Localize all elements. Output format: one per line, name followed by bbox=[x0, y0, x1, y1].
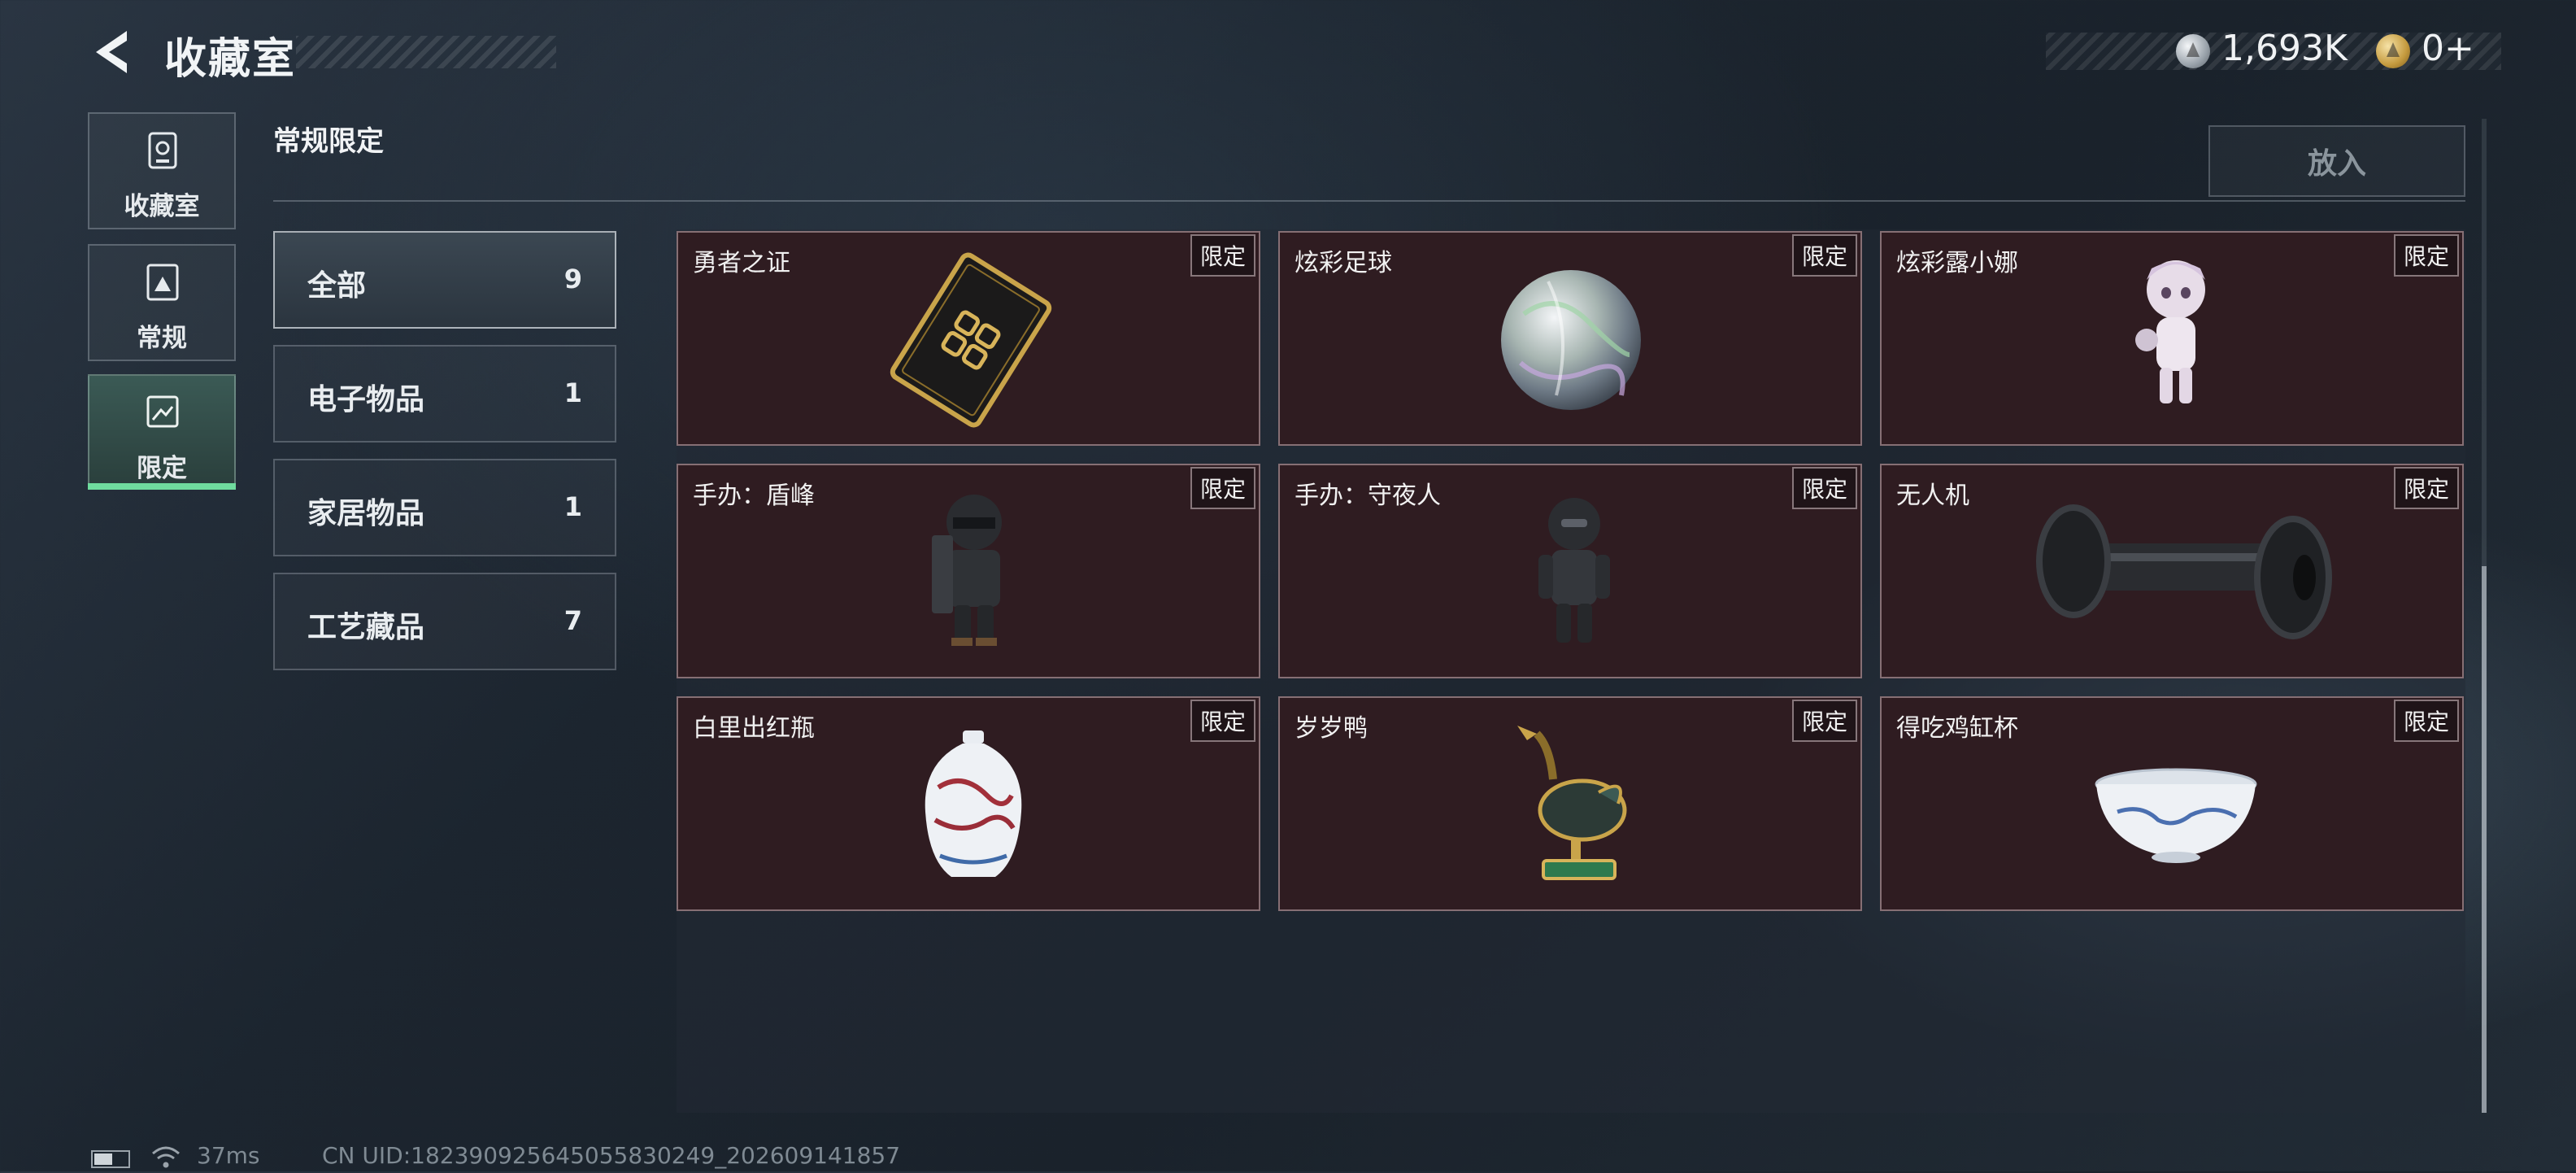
limited-badge: 限定 bbox=[1190, 234, 1255, 277]
limited-badge: 限定 bbox=[1791, 234, 1857, 277]
item-name: 手办：守夜人 bbox=[1295, 482, 1441, 510]
limited-badge: 限定 bbox=[1791, 700, 1857, 742]
rail-tab-regular[interactable]: 常规 bbox=[88, 244, 236, 361]
item-card-chicken-cup[interactable]: 得吃鸡缸杯 限定 bbox=[1880, 696, 2464, 911]
category-label: 全部 bbox=[307, 269, 367, 303]
gold-currency-value[interactable]: 0+ bbox=[2422, 28, 2474, 69]
limited-badge: 限定 bbox=[1190, 467, 1255, 509]
put-in-button[interactable]: 放入 bbox=[2208, 125, 2465, 197]
user-uid: CN UID:1823909256450558302​49_2026091418… bbox=[322, 1142, 901, 1169]
category-count: 1 bbox=[564, 491, 582, 522]
category-label: 电子物品 bbox=[307, 383, 425, 416]
category-crafts[interactable]: 工艺藏品 7 bbox=[273, 573, 616, 670]
rail-active-indicator bbox=[88, 483, 236, 490]
item-card-year-duck[interactable]: 岁岁鸭 限定 bbox=[1278, 696, 1862, 911]
item-card-night-watch[interactable]: 手办：守夜人 限定 bbox=[1278, 464, 1862, 678]
rail-tab-collection-room[interactable]: 收藏室 bbox=[88, 112, 236, 229]
limited-badge: 限定 bbox=[2393, 234, 2459, 277]
silver-coin-icon bbox=[2176, 34, 2210, 68]
limited-badge: 限定 bbox=[1190, 700, 1255, 742]
item-name: 勇者之证 bbox=[693, 249, 790, 277]
item-name: 白里出红瓶 bbox=[693, 714, 815, 743]
category-count: 7 bbox=[564, 605, 582, 636]
category-all[interactable]: 全部 9 bbox=[273, 231, 616, 329]
wifi-icon bbox=[150, 1145, 182, 1170]
battery-icon bbox=[91, 1150, 130, 1168]
regular-icon bbox=[143, 262, 182, 303]
limited-badge: 限定 bbox=[1791, 467, 1857, 509]
item-card-colorful-ball[interactable]: 炫彩足球 限定 bbox=[1278, 231, 1862, 446]
ping-value: 37ms bbox=[197, 1142, 260, 1169]
category-count: 1 bbox=[564, 377, 582, 408]
category-label: 工艺藏品 bbox=[307, 611, 425, 644]
title-decoration bbox=[296, 36, 556, 68]
silver-currency-value: 1,693K bbox=[2221, 28, 2348, 69]
item-name: 炫彩足球 bbox=[1295, 249, 1392, 277]
limited-badge: 限定 bbox=[2393, 467, 2459, 509]
page-title: 收藏室 bbox=[164, 35, 297, 84]
rail-tab-label: 收藏室 bbox=[124, 192, 200, 221]
category-label: 家居物品 bbox=[307, 497, 425, 530]
category-count: 9 bbox=[564, 264, 582, 294]
section-divider bbox=[273, 200, 2465, 202]
item-name: 岁岁鸭 bbox=[1295, 714, 1368, 743]
section-title: 常规限定 bbox=[273, 125, 384, 158]
limited-badge: 限定 bbox=[2393, 700, 2459, 742]
item-card-brave-proof[interactable]: 勇者之证 限定 bbox=[677, 231, 1260, 446]
item-card-drone[interactable]: 无人机 限定 bbox=[1880, 464, 2464, 678]
item-card-shield-peak[interactable]: 手办：盾峰 限定 bbox=[677, 464, 1260, 678]
rail-tab-label: 常规 bbox=[137, 324, 187, 353]
item-card-red-vase[interactable]: 白里出红瓶 限定 bbox=[677, 696, 1260, 911]
item-name: 无人机 bbox=[1896, 482, 1969, 510]
collection-room-icon bbox=[143, 130, 182, 171]
scrollbar-thumb[interactable] bbox=[2482, 566, 2487, 1113]
item-name: 得吃鸡缸杯 bbox=[1896, 714, 2018, 743]
rail-tab-limited[interactable]: 限定 bbox=[88, 374, 236, 488]
back-arrow-icon[interactable] bbox=[88, 26, 137, 78]
rail-tab-label: 限定 bbox=[137, 454, 187, 483]
item-name: 手办：盾峰 bbox=[693, 482, 815, 510]
category-home[interactable]: 家居物品 1 bbox=[273, 459, 616, 556]
gold-coin-icon bbox=[2376, 34, 2410, 68]
limited-icon bbox=[143, 392, 182, 433]
category-electronics[interactable]: 电子物品 1 bbox=[273, 345, 616, 443]
item-card-colorful-luna[interactable]: 炫彩露小娜 限定 bbox=[1880, 231, 2464, 446]
item-name: 炫彩露小娜 bbox=[1896, 249, 2018, 277]
